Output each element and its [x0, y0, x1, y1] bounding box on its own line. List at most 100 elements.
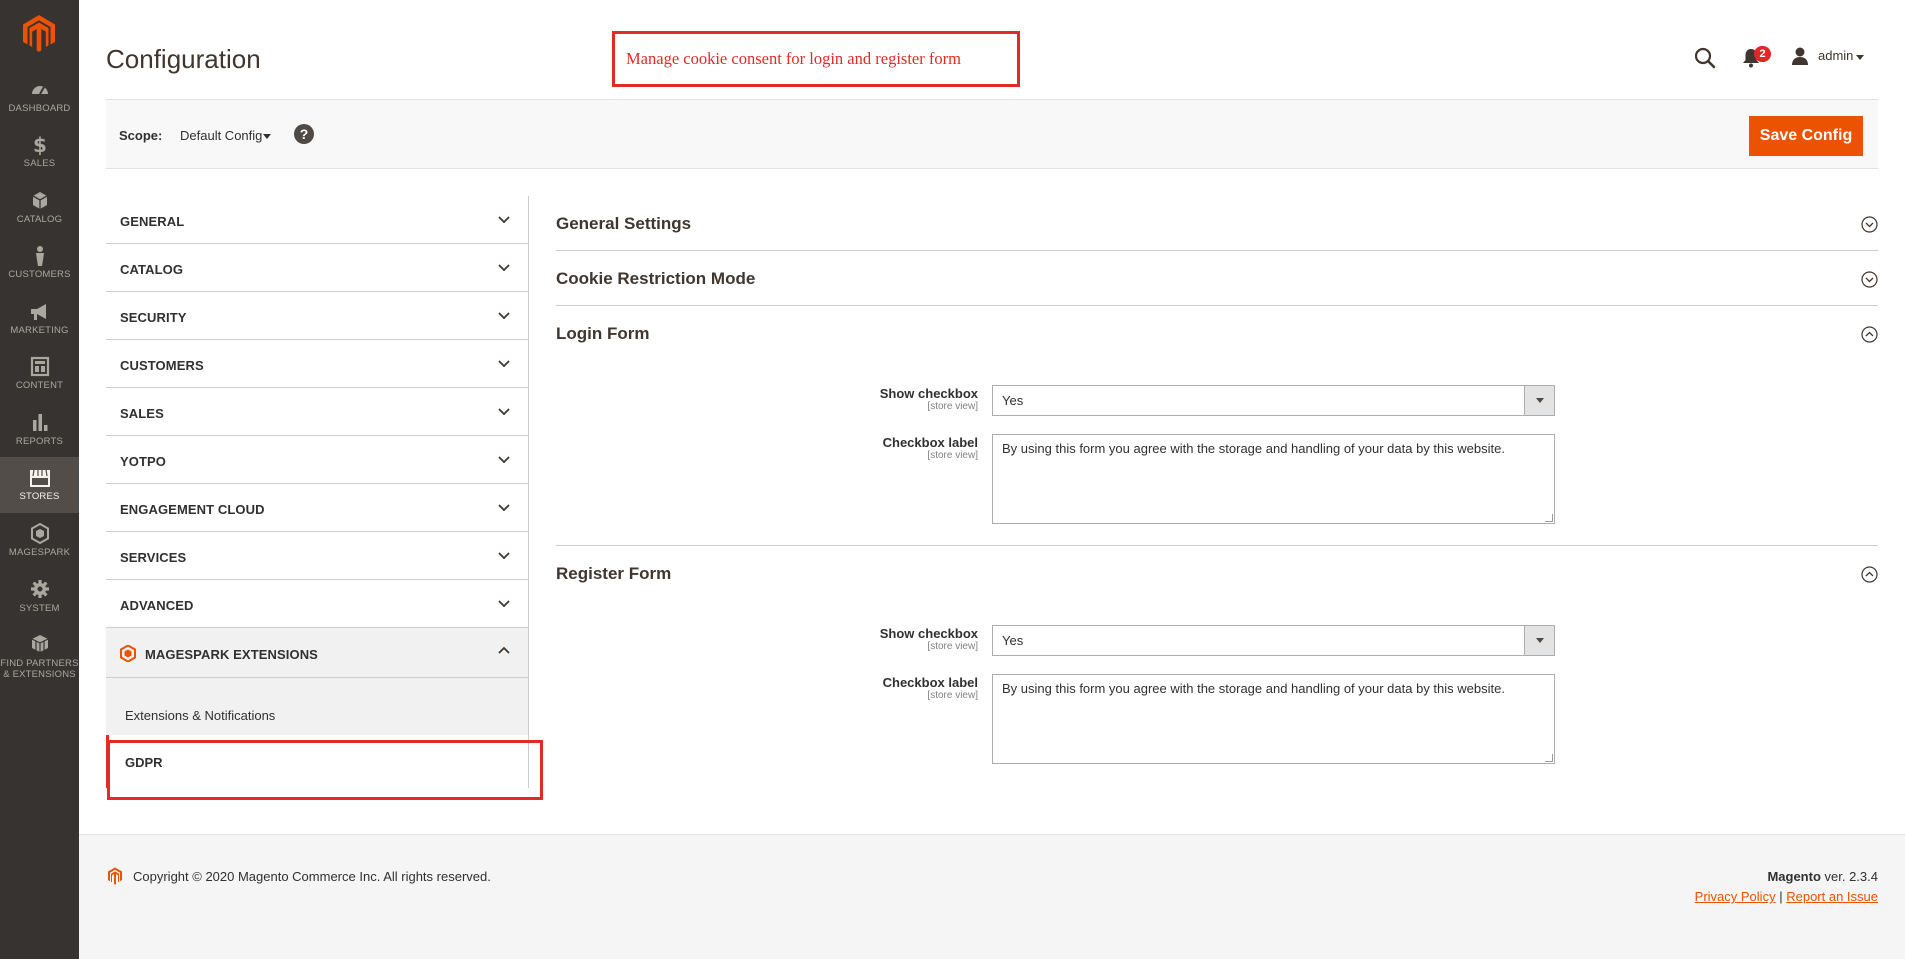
resize-grip-icon[interactable]: [1545, 754, 1553, 762]
login-show-checkbox-select[interactable]: Yes: [992, 385, 1555, 416]
version-number: ver. 2.3.4: [1824, 869, 1878, 884]
scope-switcher[interactable]: Default Config: [180, 128, 262, 143]
chevron-up-icon: [498, 646, 510, 654]
tab-advanced[interactable]: ADVANCED: [106, 580, 528, 628]
help-icon[interactable]: ?: [294, 124, 314, 144]
field-scope: [store view]: [927, 450, 978, 461]
chevron-down-icon[interactable]: [263, 134, 271, 139]
page-actions-bar: Scope: Default Config ? Save Config: [106, 99, 1878, 169]
dropdown-arrow-icon[interactable]: [1524, 386, 1554, 415]
tab-customers[interactable]: CUSTOMERS: [106, 340, 528, 388]
section-title: Login Form: [556, 324, 650, 343]
tab-label: MAGESPARK EXTENSIONS: [145, 647, 318, 662]
bar-chart-icon: [0, 412, 79, 434]
field-scope: [store view]: [927, 641, 978, 652]
cube-icon: [0, 190, 79, 212]
nav-label: CUSTOMERS: [8, 269, 71, 280]
nav-stores[interactable]: STORES: [0, 457, 79, 513]
dashboard-icon: [0, 79, 79, 101]
field-label: Checkbox label: [882, 675, 978, 690]
nav-find-partners[interactable]: FIND PARTNERS & EXTENSIONS: [0, 634, 79, 694]
tab-label: YOTPO: [120, 454, 167, 469]
dropdown-arrow-icon[interactable]: [1524, 626, 1554, 655]
privacy-policy-link[interactable]: Privacy Policy: [1695, 889, 1776, 904]
footer-links: Privacy Policy | Report an Issue: [1695, 889, 1878, 904]
admin-sidebar: DASHBOARD $ SALES CATALOG CUSTOMERS MARK…: [0, 0, 79, 959]
nav-customers[interactable]: CUSTOMERS: [0, 245, 79, 301]
nav-sales[interactable]: $ SALES: [0, 134, 79, 190]
nav-label: CATALOG: [16, 214, 63, 225]
scope-label: Scope:: [119, 128, 163, 143]
expand-circle-icon: [1861, 271, 1878, 288]
chevron-down-icon: [498, 312, 510, 320]
chevron-down-icon: [498, 456, 510, 464]
collapse-circle-icon: [1861, 326, 1878, 343]
nav-catalog[interactable]: CATALOG: [0, 190, 79, 246]
chevron-down-icon: [498, 600, 510, 608]
register-checkbox-label-textarea[interactable]: By using this form you agree with the st…: [992, 674, 1555, 764]
tab-security[interactable]: SECURITY: [106, 292, 528, 340]
field-label: Checkbox label: [882, 435, 978, 450]
tab-item-extensions-notifications[interactable]: Extensions & Notifications: [106, 678, 528, 735]
search-icon[interactable]: [1693, 46, 1717, 70]
magento-logo[interactable]: [21, 14, 57, 52]
notification-badge[interactable]: 2: [1754, 46, 1771, 62]
chevron-down-icon[interactable]: [1856, 55, 1864, 60]
gdpr-highlight-box: [107, 740, 543, 800]
nav-label: FIND PARTNERS: [0, 658, 79, 669]
megaphone-icon: [0, 301, 79, 323]
register-show-checkbox-select[interactable]: Yes: [992, 625, 1555, 656]
tab-magespark-extensions[interactable]: MAGESPARK EXTENSIONS: [106, 628, 528, 678]
field-scope: [store view]: [927, 690, 978, 701]
section-register-form[interactable]: Register Form: [556, 546, 1878, 601]
textarea-value: By using this form you agree with the st…: [1002, 681, 1505, 696]
chevron-down-icon: [498, 504, 510, 512]
tab-sales[interactable]: SALES: [106, 388, 528, 436]
link-separator: |: [1779, 889, 1783, 904]
field-scope: [store view]: [927, 401, 978, 412]
nav-label: REPORTS: [15, 436, 64, 447]
report-issue-link[interactable]: Report an Issue: [1786, 889, 1878, 904]
resize-grip-icon[interactable]: [1545, 514, 1553, 522]
nav-marketing[interactable]: MARKETING: [0, 301, 79, 357]
page-title: Configuration: [106, 44, 261, 74]
nav-system[interactable]: SYSTEM: [0, 579, 79, 635]
page-footer: Copyright © 2020 Magento Commerce Inc. A…: [79, 834, 1905, 959]
section-cookie-restriction[interactable]: Cookie Restriction Mode: [556, 251, 1878, 306]
tab-catalog[interactable]: CATALOG: [106, 244, 528, 292]
config-tabs: GENERAL CATALOG SECURITY CUSTOMERS SALES…: [106, 196, 529, 788]
tab-label: SALES: [120, 406, 164, 421]
field-label: Show checkbox: [879, 626, 978, 641]
version-info: Magento ver. 2.3.4: [1767, 869, 1878, 884]
save-config-button[interactable]: Save Config: [1749, 116, 1863, 156]
tab-label: ADVANCED: [120, 598, 194, 613]
tab-yotpo[interactable]: YOTPO: [106, 436, 528, 484]
chevron-down-icon: [498, 216, 510, 224]
svg-text:$: $: [33, 134, 47, 156]
nav-label: SYSTEM: [19, 603, 60, 614]
nav-dashboard[interactable]: DASHBOARD: [0, 79, 79, 135]
user-icon[interactable]: [1790, 46, 1810, 66]
magespark-logo-icon: [120, 645, 136, 662]
tab-general[interactable]: GENERAL: [106, 196, 528, 244]
section-general-settings[interactable]: General Settings: [556, 196, 1878, 251]
nav-label: MARKETING: [10, 325, 69, 336]
nav-magespark[interactable]: MAGESPARK: [0, 523, 79, 579]
nav-content[interactable]: CONTENT: [0, 356, 79, 412]
config-main: General Settings Cookie Restriction Mode…: [556, 196, 1878, 786]
section-login-form[interactable]: Login Form: [556, 306, 1878, 361]
tab-label: CUSTOMERS: [120, 358, 204, 373]
chevron-down-icon: [498, 264, 510, 272]
nav-label: & EXTENSIONS: [3, 669, 76, 680]
magento-logo-icon: [108, 867, 122, 885]
tab-services[interactable]: SERVICES: [106, 532, 528, 580]
person-icon: [0, 245, 79, 267]
tab-label: GENERAL: [120, 214, 185, 229]
nav-label: DASHBOARD: [8, 103, 71, 114]
login-checkbox-label-textarea[interactable]: By using this form you agree with the st…: [992, 434, 1555, 524]
textarea-value: By using this form you agree with the st…: [1002, 441, 1505, 456]
section-title: Cookie Restriction Mode: [556, 269, 756, 288]
collapse-circle-icon: [1861, 566, 1878, 583]
admin-username[interactable]: admin: [1818, 48, 1853, 63]
tab-engagement-cloud[interactable]: ENGAGEMENT CLOUD: [106, 484, 528, 532]
